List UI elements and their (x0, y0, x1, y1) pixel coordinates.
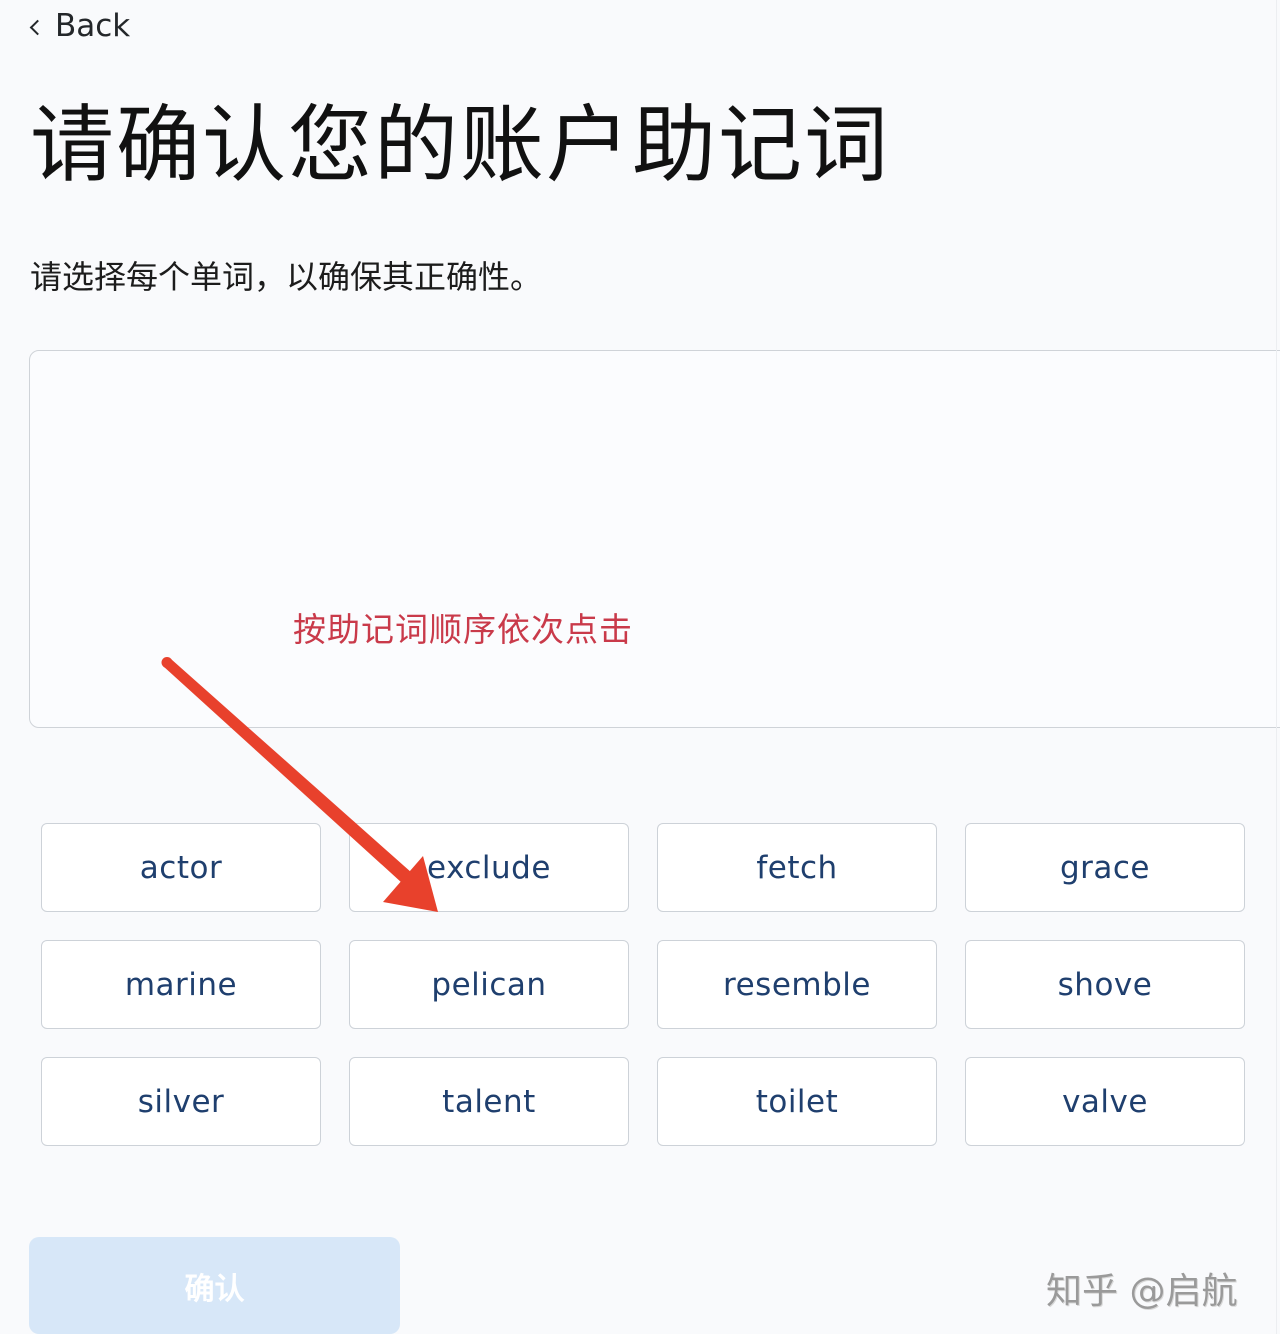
selected-phrase-area[interactable] (29, 350, 1280, 728)
word-button-talent[interactable]: talent (349, 1057, 629, 1146)
page-title: 请确认您的账户助记词 (30, 96, 891, 194)
word-button-actor[interactable]: actor (41, 823, 321, 912)
page-edge-divider (1276, 0, 1277, 1334)
chevron-left-icon (29, 19, 46, 35)
confirm-button[interactable]: 确认 (29, 1237, 400, 1334)
word-button-grace[interactable]: grace (965, 823, 1245, 912)
word-button-exclude[interactable]: exclude (349, 823, 629, 912)
word-button-silver[interactable]: silver (41, 1057, 321, 1146)
back-label: Back (55, 8, 131, 44)
word-choice-grid: actor exclude fetch grace marine pelican… (41, 823, 1245, 1146)
back-button[interactable]: Back (28, 4, 130, 48)
word-button-fetch[interactable]: fetch (657, 823, 937, 912)
word-button-marine[interactable]: marine (41, 940, 321, 1029)
word-button-resemble[interactable]: resemble (657, 940, 937, 1029)
page-subtitle: 请选择每个单词，以确保其正确性。 (30, 258, 543, 296)
word-button-valve[interactable]: valve (965, 1057, 1245, 1146)
watermark: 知乎 @启航 (1046, 1271, 1238, 1312)
word-button-pelican[interactable]: pelican (349, 940, 629, 1029)
annotation-hint-text: 按助记词顺序依次点击 (293, 610, 633, 649)
word-button-toilet[interactable]: toilet (657, 1057, 937, 1146)
word-button-shove[interactable]: shove (965, 940, 1245, 1029)
